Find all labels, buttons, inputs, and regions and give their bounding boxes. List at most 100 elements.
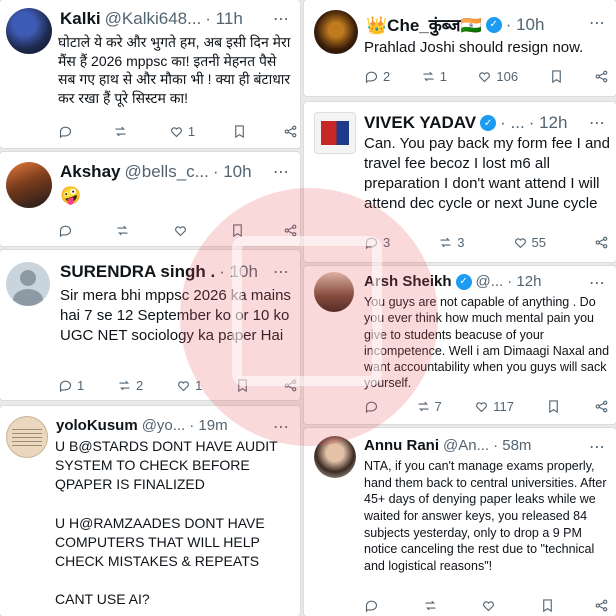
bookmark-button[interactable] — [235, 378, 250, 393]
like-icon — [170, 127, 182, 138]
timestamp[interactable]: · 58m — [493, 437, 531, 454]
reply-button[interactable]: 2 — [364, 69, 390, 84]
timestamp[interactable]: · 11h — [205, 9, 243, 29]
tweet-text: Prahlad Joshi should resign now. — [364, 39, 584, 56]
share-button[interactable] — [594, 69, 609, 84]
timestamp[interactable]: · 19m — [189, 417, 227, 434]
like-button[interactable]: 1 — [169, 124, 195, 139]
share-button[interactable] — [594, 399, 609, 414]
bookmark-button[interactable] — [540, 598, 555, 613]
more-icon[interactable]: ⋯ — [273, 162, 290, 182]
timestamp[interactable]: · 10h — [213, 162, 252, 182]
share-button[interactable] — [594, 598, 609, 613]
like-button[interactable]: 55 — [513, 235, 546, 250]
reply-button[interactable] — [364, 598, 383, 613]
more-icon[interactable]: ⋯ — [273, 9, 290, 29]
retweet-button[interactable] — [423, 598, 442, 613]
tweet-card-annu[interactable]: Annu Rani @An... · 58m ⋯ NTA, if you can… — [304, 428, 616, 616]
avatar[interactable] — [6, 162, 52, 208]
more-icon[interactable]: ⋯ — [589, 437, 606, 457]
tweet-card-che[interactable]: 👑Che_कुंब्ज🇮🇳 ✓ · 10h ⋯ Prahlad Joshi sh… — [304, 0, 616, 96]
tweet-card-akshay[interactable]: Akshay @bells_c... · 10h ⋯ 🤪 — [0, 152, 300, 246]
display-name[interactable]: Akshay — [60, 162, 120, 182]
display-name[interactable]: Annu Rani — [364, 437, 439, 454]
avatar[interactable] — [314, 112, 356, 154]
share-icon — [595, 599, 608, 612]
reply-button[interactable] — [58, 124, 77, 139]
handle[interactable]: @yo... — [142, 417, 186, 434]
more-icon[interactable]: ⋯ — [589, 113, 606, 133]
timestamp[interactable]: · 10h — [506, 15, 545, 35]
share-icon — [595, 236, 608, 249]
like-button[interactable]: 117 — [474, 399, 514, 414]
tweet-card-kalki[interactable]: Kalki @Kalki648... · 11h ⋯ घोटाले ये करे… — [0, 0, 300, 148]
reply-icon — [365, 71, 378, 84]
display-name[interactable]: Arsh Sheikh — [364, 273, 452, 290]
tweet-text: Can. You pay back my form fee I and trav… — [364, 135, 610, 212]
tweet-text: 🤪 — [60, 186, 82, 205]
avatar[interactable] — [314, 436, 356, 478]
more-icon[interactable]: ⋯ — [589, 13, 606, 33]
share-button[interactable] — [283, 124, 298, 139]
avatar[interactable] — [6, 262, 50, 306]
retweet-button[interactable]: 1 — [421, 69, 447, 84]
bookmark-button[interactable] — [549, 69, 564, 84]
more-icon[interactable]: ⋯ — [273, 417, 290, 437]
action-bar: 1 — [58, 124, 298, 139]
share-icon — [595, 400, 608, 413]
like-icon — [178, 381, 189, 392]
share-button[interactable] — [594, 235, 609, 250]
handle[interactable]: @Kalki648... — [105, 9, 202, 29]
bookmark-button[interactable] — [232, 124, 247, 139]
retweet-button[interactable] — [113, 124, 132, 139]
more-icon[interactable]: ⋯ — [589, 273, 606, 293]
retweet-button[interactable]: 7 — [416, 399, 442, 414]
action-bar: 7 117 — [364, 399, 609, 414]
display-name[interactable]: Kalki — [60, 9, 101, 29]
bookmark-button[interactable] — [546, 399, 561, 414]
like-icon — [476, 402, 488, 413]
timestamp[interactable]: · 12h — [529, 113, 568, 133]
like-button[interactable]: 1 — [176, 378, 202, 393]
avatar[interactable] — [6, 416, 48, 458]
bookmark-button[interactable] — [230, 223, 245, 238]
display-name[interactable]: yoloKusum — [56, 417, 138, 434]
retweet-icon — [117, 225, 128, 236]
share-button[interactable] — [283, 223, 298, 238]
like-icon — [483, 601, 494, 612]
handle[interactable]: @bells_c... — [124, 162, 208, 182]
reply-button[interactable]: 3 — [364, 235, 390, 250]
display-name[interactable]: VIVEK YADAV — [364, 113, 476, 133]
retweet-button[interactable]: 2 — [117, 378, 143, 393]
tweet-card-yolokusum[interactable]: yoloKusum @yo... · 19m ⋯ U B@STARDS DONT… — [0, 406, 300, 616]
reply-button[interactable] — [58, 223, 77, 238]
default-avatar-icon — [20, 270, 36, 286]
tweet-card-vivek[interactable]: VIVEK YADAV ✓ · ... · 12h ⋯ Can. You pay… — [304, 102, 616, 262]
reply-button[interactable] — [364, 399, 383, 414]
tweet-card-surendra[interactable]: SURENDRA singh . · 10h ⋯ Sir mera bhi mp… — [0, 250, 300, 400]
reply-icon — [59, 225, 72, 238]
display-name[interactable]: SURENDRA singh . — [60, 262, 215, 282]
timestamp[interactable]: · 12h — [507, 273, 541, 290]
avatar[interactable] — [314, 10, 358, 54]
tweet-text: Sir mera bhi mppsc 2026 ka mains hai 7 s… — [60, 287, 291, 344]
tweet-card-arsh[interactable]: Arsh Sheikh ✓ @... · 12h ⋯ You guys are … — [304, 266, 616, 424]
display-name[interactable]: 👑Che_कुंब्ज🇮🇳 — [366, 13, 482, 36]
retweet-icon — [440, 237, 451, 248]
timestamp[interactable]: · 10h — [219, 262, 258, 282]
avatar[interactable] — [6, 8, 52, 54]
handle[interactable]: · ... — [500, 113, 525, 133]
retweet-button[interactable]: 3 — [438, 235, 464, 250]
reply-icon — [59, 126, 72, 139]
logo-image — [321, 121, 349, 145]
reply-button[interactable]: 1 — [58, 378, 84, 393]
like-button[interactable] — [481, 598, 500, 613]
share-button[interactable] — [283, 378, 298, 393]
handle[interactable]: @... — [476, 273, 504, 290]
more-icon[interactable]: ⋯ — [273, 262, 290, 282]
like-button[interactable]: 106 — [477, 69, 518, 84]
like-button[interactable] — [173, 223, 192, 238]
handle[interactable]: @An... — [443, 437, 489, 454]
avatar[interactable] — [314, 272, 354, 312]
retweet-button[interactable] — [115, 223, 134, 238]
